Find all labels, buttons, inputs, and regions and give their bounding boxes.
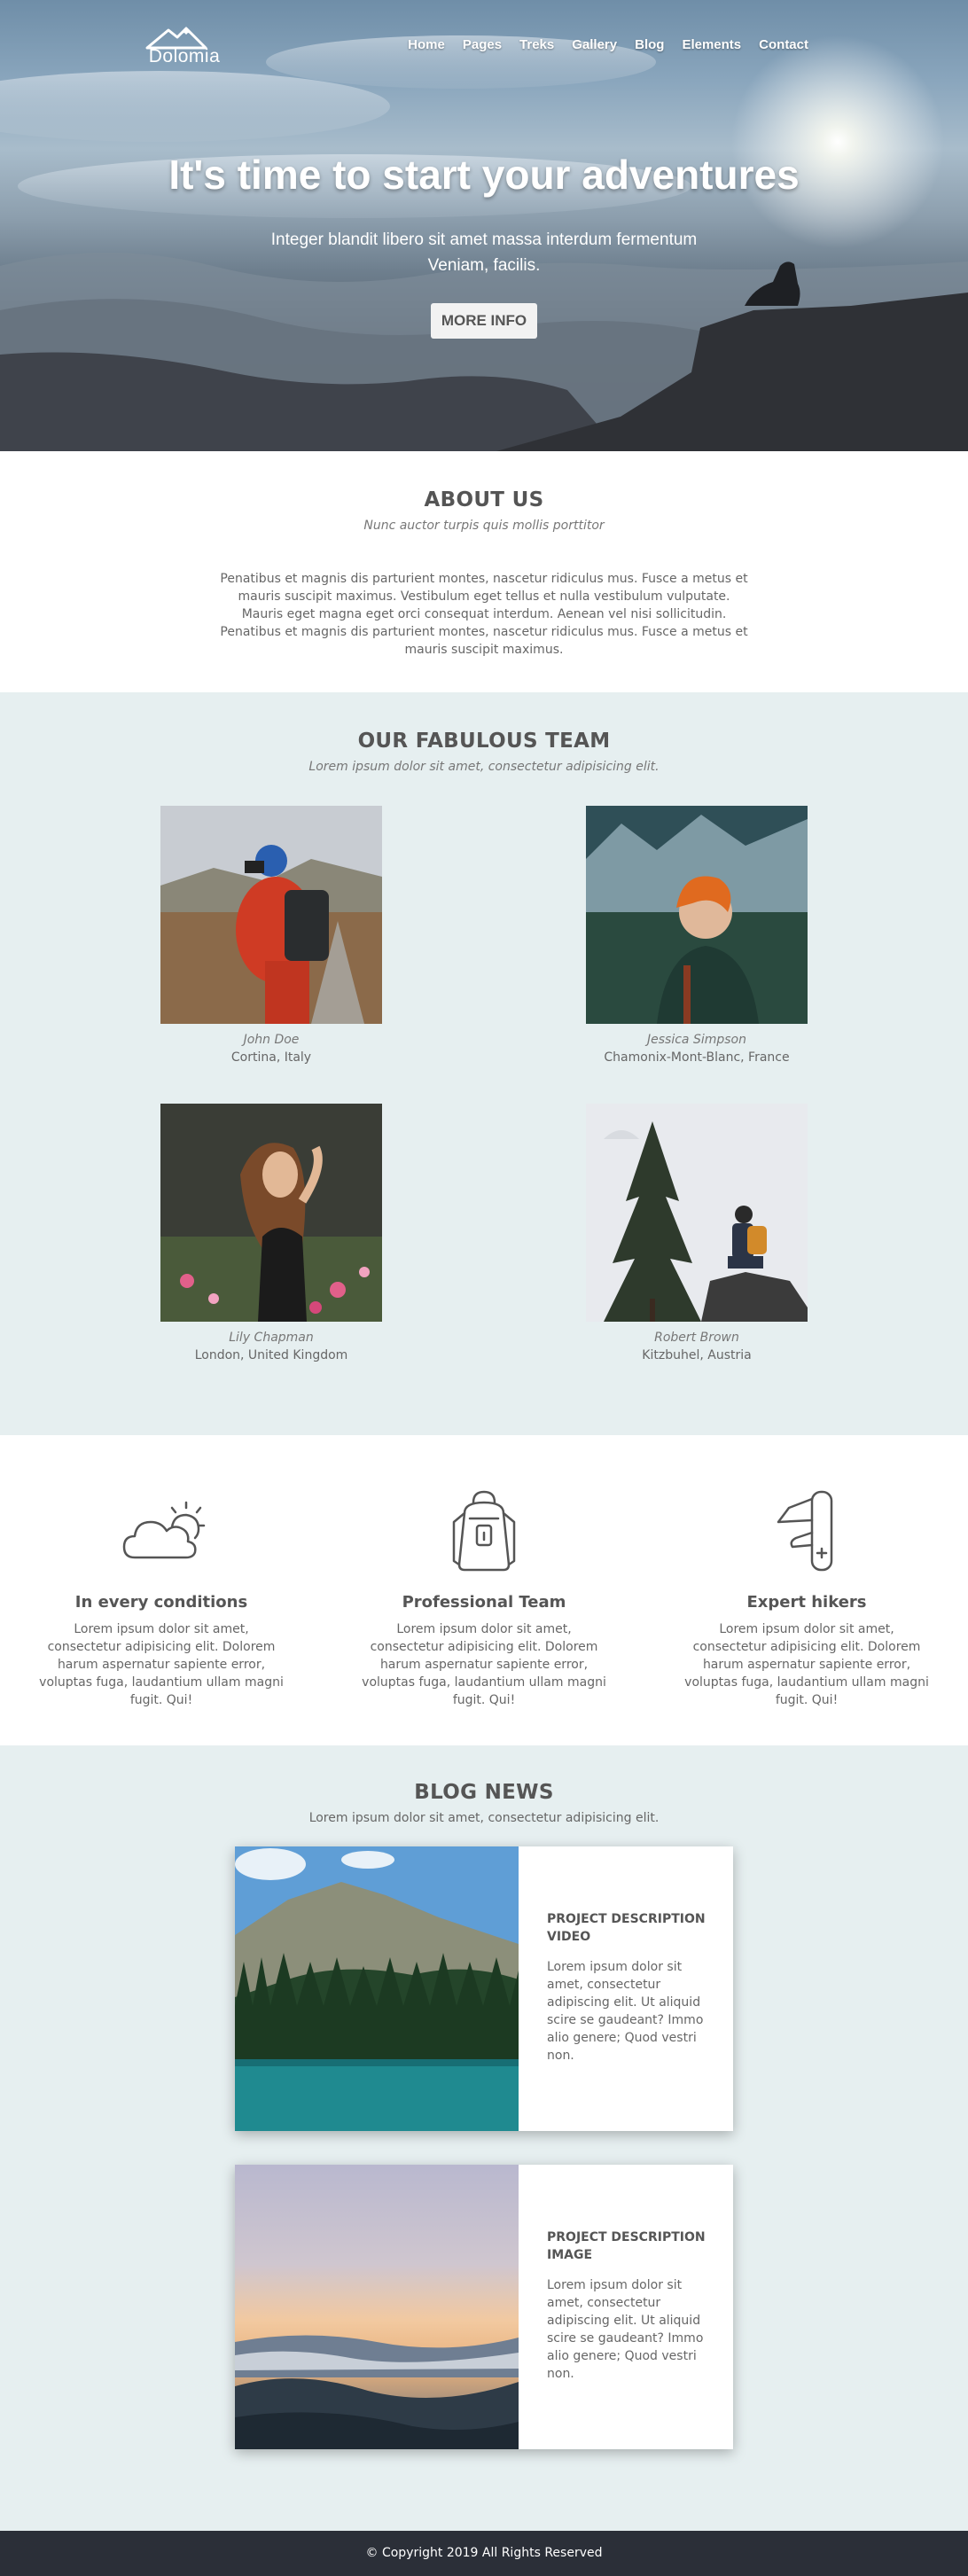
hero-subtitle: Integer blandit libero sit amet massa in… [270,230,698,275]
member-photo [586,806,808,1024]
member-location: Kitzbuhel, Austria [642,1348,752,1362]
hero-section: Dolomia Home Pages Treks Gallery Blog El… [0,0,968,451]
copyright-text: © Copyright 2019 All Rights Reserved [365,2546,603,2560]
team-member-card: John Doe Cortina, Italy [160,806,382,1065]
member-photo [160,1104,382,1322]
feature-item: In every conditions Lorem ipsum dolor si… [28,1487,294,1709]
nav-gallery[interactable]: Gallery [572,37,617,52]
member-name: Robert Brown [654,1331,739,1345]
nav-home[interactable]: Home [408,37,445,52]
hero-title: It's time to start your adventures [168,152,800,198]
blog-post-body: PROJECT DESCRIPTION VIDEO Lorem ipsum do… [547,1910,711,2065]
feature-item: Professional Team Lorem ipsum dolor sit … [351,1487,617,1709]
nav-pages[interactable]: Pages [463,37,502,52]
feature-title: Expert hikers [746,1593,867,1612]
blog-post-body: PROJECT DESCRIPTION IMAGE Lorem ipsum do… [547,2229,711,2383]
feature-text: Lorem ipsum dolor sit amet, consectetur … [39,1622,284,1707]
team-title: OUR FABULOUS TEAM [357,730,611,753]
blog-section: BLOG NEWS Lorem ipsum dolor sit amet, co… [0,1745,968,2531]
team-member-card: Robert Brown Kitzbuhel, Austria [586,1104,808,1362]
brand-logo[interactable]: Dolomia [142,25,227,69]
top-navigation: Dolomia Home Pages Treks Gallery Blog El… [0,0,968,89]
about-section: ABOUT US Nunc auctor turpis quis mollis … [0,451,968,692]
blog-post-title[interactable]: PROJECT DESCRIPTION VIDEO [547,1910,711,1946]
member-name: John Doe [243,1033,300,1047]
main-menu: Home Pages Treks Gallery Blog Elements C… [408,37,808,52]
more-info-button[interactable]: MORE INFO [431,303,537,339]
nav-elements[interactable]: Elements [682,37,741,52]
member-name: Jessica Simpson [647,1033,746,1047]
brand-name: Dolomia [148,46,221,66]
about-subtitle: Nunc auctor turpis quis mollis porttitor [363,519,605,533]
team-section: OUR FABULOUS TEAM Lorem ipsum dolor sit … [0,692,968,1435]
blog-subtitle: Lorem ipsum dolor sit amet, consectetur … [308,1811,660,1825]
blog-post-image [235,1846,519,2131]
member-name: Lily Chapman [229,1331,314,1345]
swiss-knife-icon [762,1487,851,1575]
feature-text: Lorem ipsum dolor sit amet, consectetur … [684,1622,929,1707]
nav-blog[interactable]: Blog [635,37,664,52]
feature-item: Expert hikers Lorem ipsum dolor sit amet… [674,1487,940,1709]
member-location: London, United Kingdom [194,1348,348,1362]
team-grid: John Doe Cortina, Italy Jessica Simpson … [0,774,968,1394]
feature-title: In every conditions [74,1593,248,1612]
feature-title: Professional Team [402,1593,566,1612]
nav-treks[interactable]: Treks [519,37,554,52]
feature-text: Lorem ipsum dolor sit amet, consectetur … [362,1622,606,1707]
blog-post-image [235,2165,519,2449]
about-text: Penatibus et magnis dis parturient monte… [220,572,748,657]
member-location: Cortina, Italy [230,1050,312,1065]
cloud-sun-icon [117,1487,206,1575]
team-subtitle: Lorem ipsum dolor sit amet, consectetur … [308,760,660,774]
backpack-icon [440,1487,528,1575]
blog-post-card[interactable]: PROJECT DESCRIPTION IMAGE Lorem ipsum do… [235,2165,733,2449]
member-location: Chamonix-Mont-Blanc, France [604,1050,790,1065]
team-member-card: Jessica Simpson Chamonix-Mont-Blanc, Fra… [586,806,808,1065]
footer: © Copyright 2019 All Rights Reserved [0,2531,968,2576]
blog-title: BLOG NEWS [414,1781,554,1804]
member-photo [160,806,382,1024]
team-member-card: Lily Chapman London, United Kingdom [160,1104,382,1362]
features-section: In every conditions Lorem ipsum dolor si… [0,1435,968,1745]
blog-post-title[interactable]: PROJECT DESCRIPTION IMAGE [547,2229,711,2264]
blog-post-card[interactable]: PROJECT DESCRIPTION VIDEO Lorem ipsum do… [235,1846,733,2131]
blog-post-text: Lorem ipsum dolor sit amet, consectetur … [547,1960,704,2063]
about-title: ABOUT US [424,488,544,511]
member-photo [586,1104,808,1322]
nav-contact[interactable]: Contact [759,37,808,52]
blog-post-text: Lorem ipsum dolor sit amet, consectetur … [547,2278,704,2381]
